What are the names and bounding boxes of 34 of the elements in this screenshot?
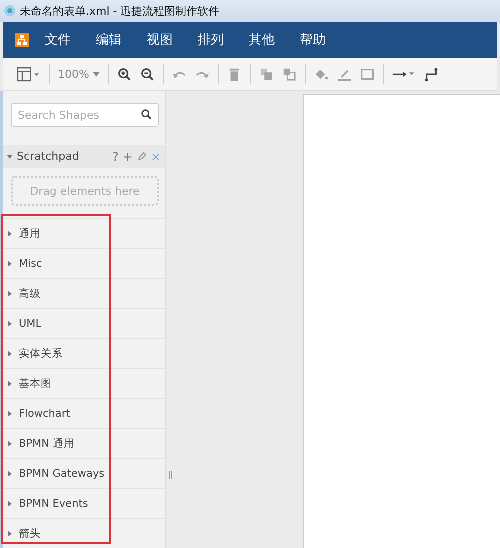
category-label: 基本图 <box>19 376 52 390</box>
menu-item[interactable]: 其他 <box>249 31 275 49</box>
caret-icon[interactable] <box>7 154 13 160</box>
app-logo-icon <box>15 33 29 47</box>
category-label: UML <box>19 318 42 330</box>
menu-item[interactable]: 帮助 <box>300 31 326 49</box>
menu-item[interactable]: 文件 <box>45 31 71 49</box>
caret-icon <box>93 72 100 76</box>
category-label: 通用 <box>19 226 41 240</box>
scratchpad-title[interactable]: Scratchpad <box>17 150 108 163</box>
panel-layout-icon[interactable] <box>17 66 41 82</box>
category-label: 箭头 <box>19 526 41 540</box>
menu-item[interactable]: 视图 <box>147 31 173 49</box>
help-link[interactable]: ? <box>112 150 119 164</box>
menu-item[interactable]: 编辑 <box>96 31 122 49</box>
app-logo-icon <box>4 5 16 17</box>
splitter-handle-icon[interactable] <box>169 471 173 479</box>
search-icon[interactable] <box>141 109 152 120</box>
elbow-connector-icon[interactable] <box>424 66 440 82</box>
search-field[interactable]: Search Shapes <box>11 103 159 127</box>
category-label: 实体关系 <box>19 346 63 360</box>
drop-zone: Drag elements here <box>11 176 159 206</box>
menu-item[interactable]: 排列 <box>198 31 224 49</box>
add-link[interactable]: + <box>122 150 133 164</box>
category-label: BPMN Gateways <box>19 468 105 480</box>
category-label: Flowchart <box>19 408 70 420</box>
window-title: 未命名的表单.xml - 迅捷流程图制作软件 <box>20 4 220 18</box>
category-label: 高级 <box>19 286 41 300</box>
category-label: Misc <box>19 258 42 270</box>
zoom-in-icon[interactable] <box>117 66 132 82</box>
zoom-out-icon[interactable] <box>140 66 156 82</box>
category-label: BPMN 通用 <box>19 436 75 450</box>
pencil-icon[interactable] <box>136 152 147 162</box>
category-label: BPMN Events <box>19 498 88 510</box>
